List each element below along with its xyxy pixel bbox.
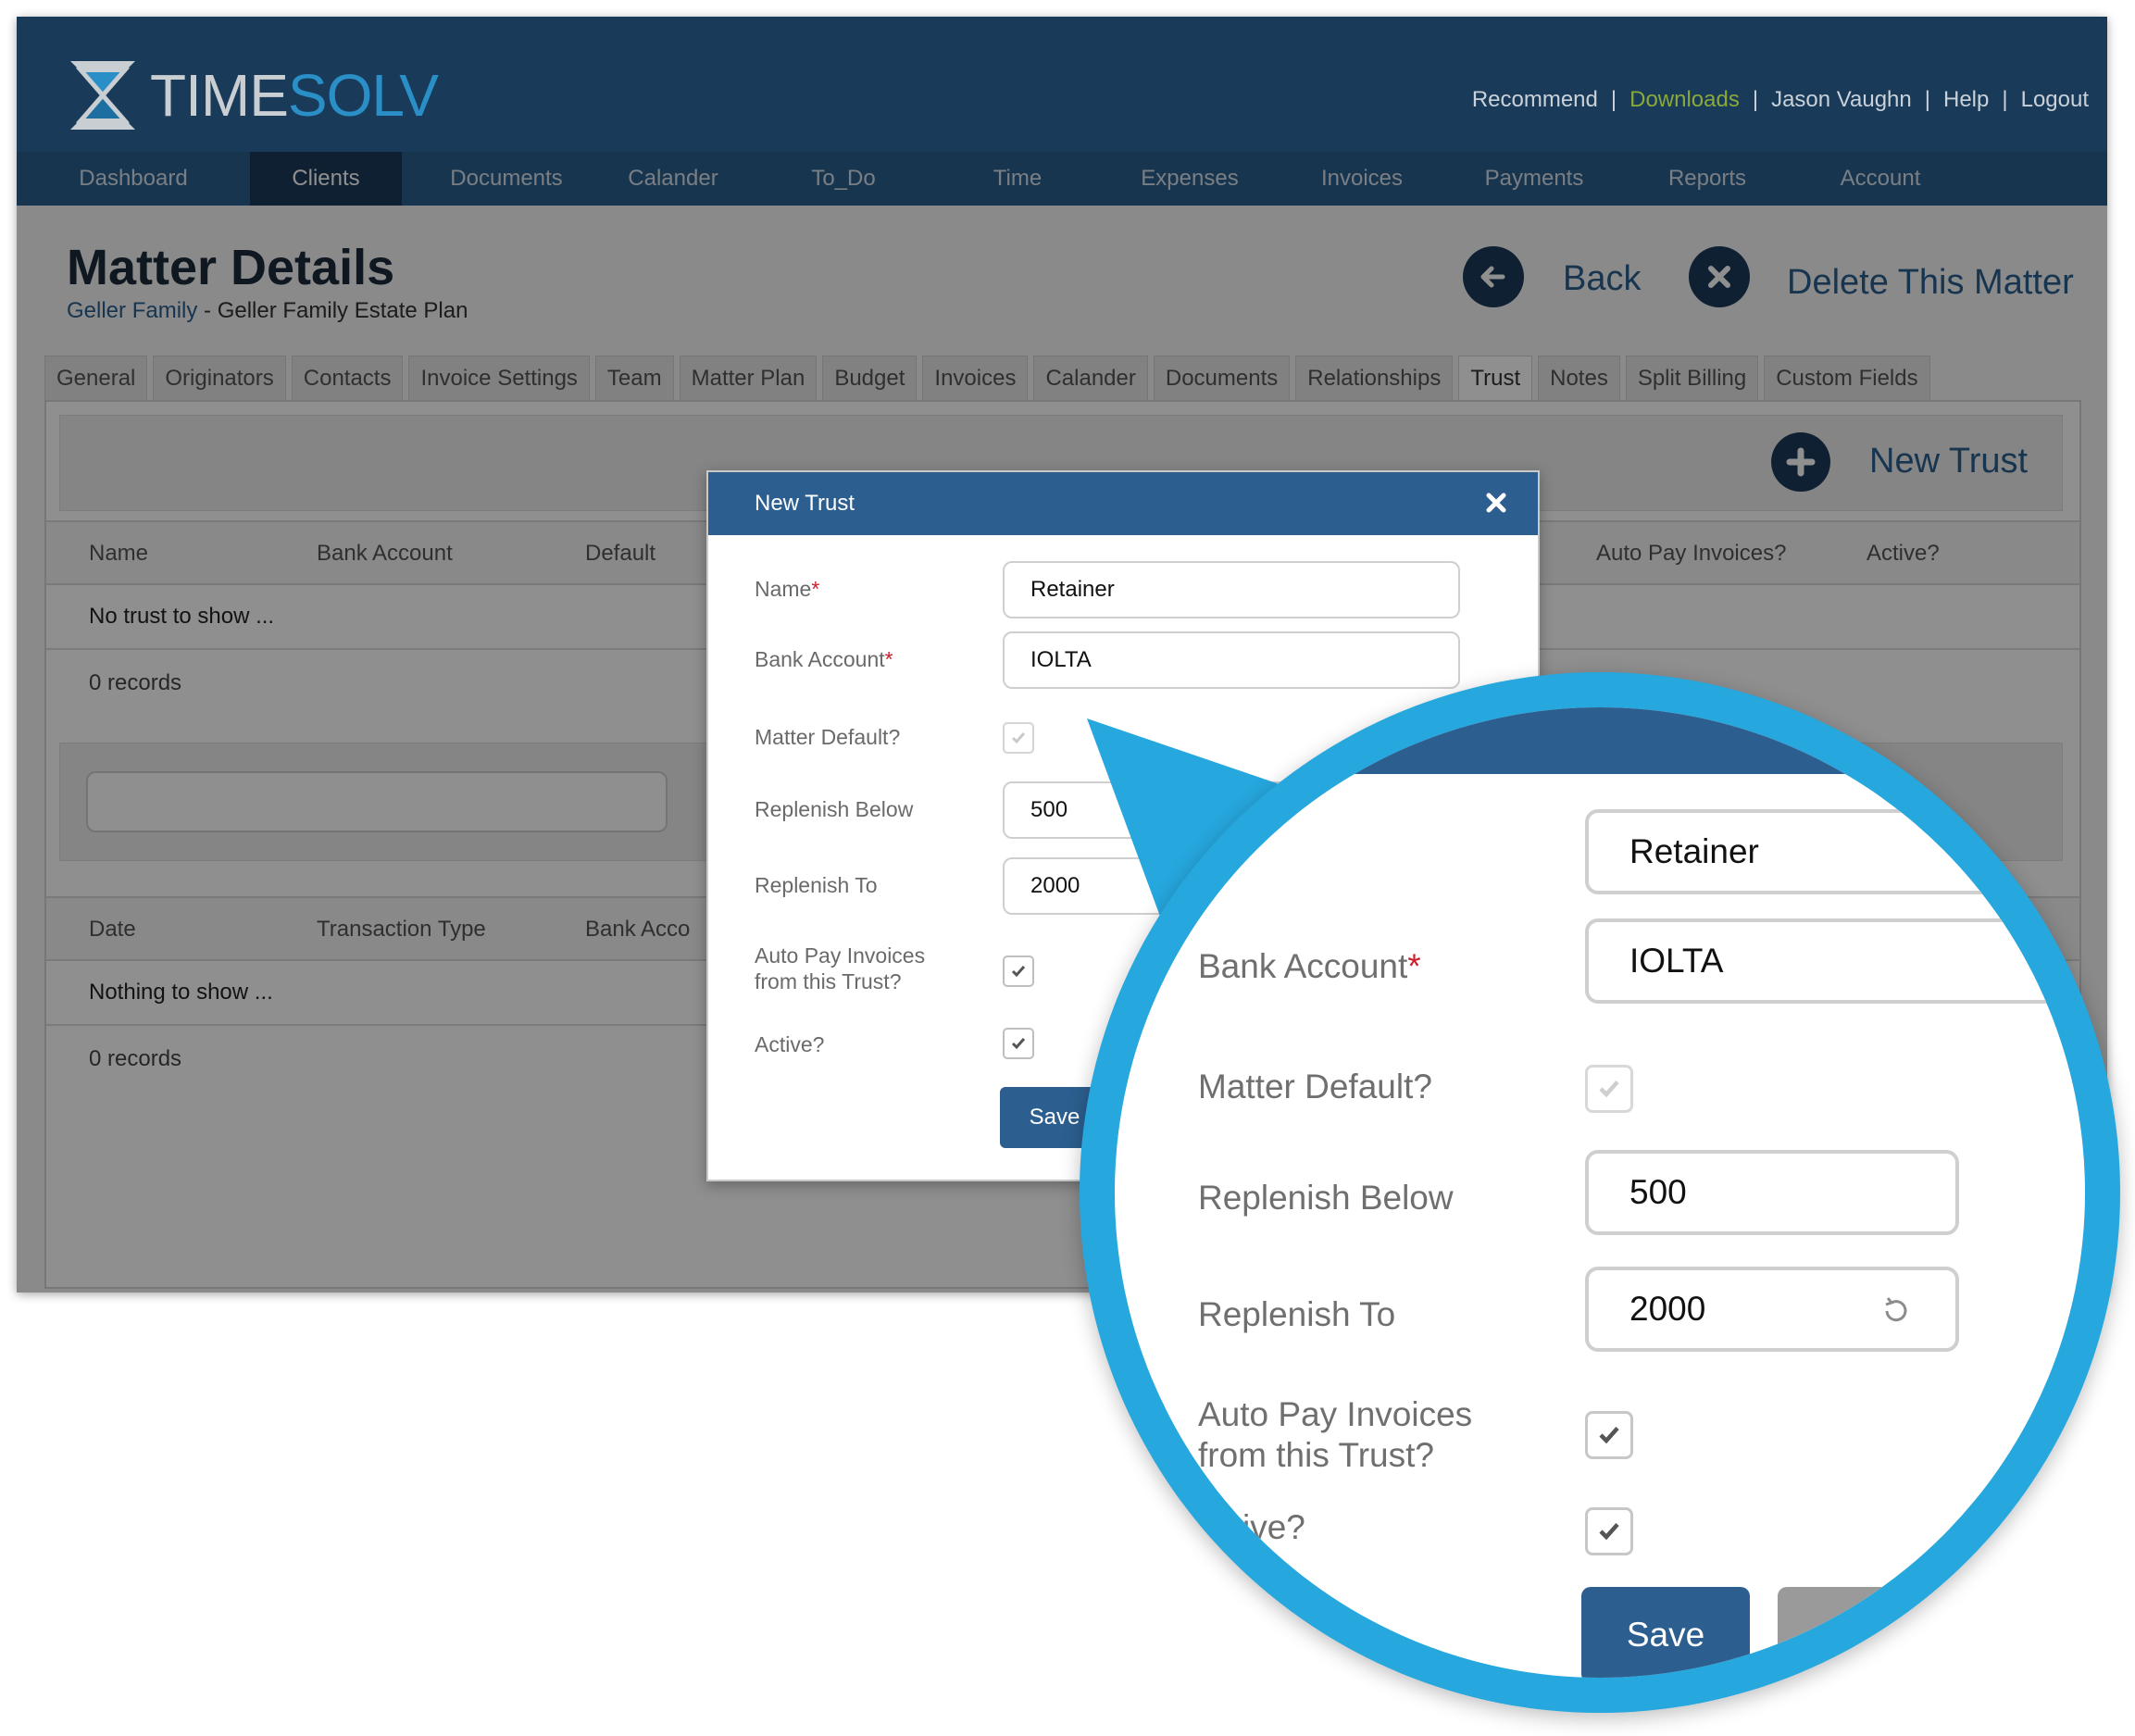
magnified-matter-default-checkbox[interactable] xyxy=(1585,1065,1633,1113)
magnified-auto-pay-line2: from this Trust? xyxy=(1198,1436,1434,1474)
hourglass-logo-icon xyxy=(70,61,135,130)
top-links: Recommend | Downloads | Jason Vaughn | H… xyxy=(1472,81,2089,119)
bank-account-field[interactable]: IOLTA xyxy=(1003,631,1460,689)
magnified-name-field[interactable]: Retainer xyxy=(1585,809,2085,894)
magnified-name-label: e* xyxy=(1198,837,1230,878)
name-label: Name* xyxy=(755,576,819,602)
magnified-bank-account-label-text: Bank Account xyxy=(1198,947,1408,985)
active-label: Active? xyxy=(755,1032,825,1056)
matter-default-checkbox[interactable] xyxy=(1003,722,1034,754)
checkmark-icon xyxy=(1599,1080,1619,1098)
logo-part-time: TIME xyxy=(150,62,289,129)
magnified-cancel-button[interactable]: Ca xyxy=(1778,1587,1946,1678)
checkmark-icon xyxy=(1599,1523,1619,1541)
dialog-title: New Trust xyxy=(755,491,855,516)
name-label-text: Name xyxy=(755,577,812,601)
magnified-replenish-to-label: Replenish To xyxy=(1198,1295,1396,1333)
magnified-dialog-header xyxy=(1115,707,2085,774)
required-mark: * xyxy=(1217,838,1230,876)
checkmark-icon xyxy=(1011,1038,1026,1050)
magnifier-lens: e* Retainer Bank Account* IOLTA Matter D… xyxy=(1115,707,2085,1678)
magnified-name-label-text: e xyxy=(1198,838,1217,876)
magnified-bank-account-field[interactable]: IOLTA xyxy=(1585,918,2085,1004)
auto-pay-checkbox[interactable] xyxy=(1003,955,1034,987)
logo-part-solv: SOLV xyxy=(287,62,439,129)
magnifier-callout: e* Retainer Bank Account* IOLTA Matter D… xyxy=(1080,672,2120,1713)
required-mark: * xyxy=(884,647,893,671)
auto-pay-label-line2: from this Trust? xyxy=(755,969,902,993)
downloads-link[interactable]: Downloads xyxy=(1629,87,1740,113)
bank-account-label: Bank Account* xyxy=(755,646,893,672)
logout-link[interactable]: Logout xyxy=(2021,87,2089,113)
magnified-replenish-below-field[interactable]: 500 xyxy=(1585,1150,1959,1235)
magnified-matter-default-label: Matter Default? xyxy=(1198,1068,1432,1105)
magnified-auto-pay-checkbox[interactable] xyxy=(1585,1411,1633,1459)
logo-wordmark: TIMESOLV xyxy=(150,61,439,130)
top-bar: TIMESOLV Recommend | Downloads | Jason V… xyxy=(17,17,2107,152)
separator: | xyxy=(2002,87,2008,112)
close-button[interactable] xyxy=(1482,489,1510,517)
active-checkbox[interactable] xyxy=(1003,1028,1034,1059)
magnified-replenish-to-field[interactable]: 2000 xyxy=(1585,1267,1959,1352)
matter-default-label: Matter Default? xyxy=(755,725,901,749)
required-mark: * xyxy=(811,577,820,601)
separator: | xyxy=(1924,87,1930,112)
reset-icon[interactable] xyxy=(1879,1294,1913,1328)
name-field[interactable]: Retainer xyxy=(1003,561,1460,618)
close-icon xyxy=(1486,493,1506,513)
bank-account-label-text: Bank Account xyxy=(755,647,885,671)
checkmark-icon xyxy=(1011,966,1026,978)
magnified-active-label: ive? xyxy=(1198,1507,1305,1548)
timesolv-logo[interactable]: TIMESOLV xyxy=(65,56,439,135)
magnified-active-label-text: ive? xyxy=(1242,1508,1305,1546)
magnified-active-checkbox[interactable] xyxy=(1585,1507,1633,1555)
magnified-auto-pay-label: Auto Pay Invoices from this Trust? xyxy=(1198,1394,1472,1476)
checkmark-icon xyxy=(1011,732,1026,744)
magnified-save-button[interactable]: Save xyxy=(1581,1587,1750,1678)
magnified-auto-pay-line1: Auto Pay Invoices xyxy=(1198,1395,1473,1433)
help-link[interactable]: Help xyxy=(1943,87,1989,113)
auto-pay-label: Auto Pay Invoices from this Trust? xyxy=(755,943,925,994)
magnified-replenish-to-value: 2000 xyxy=(1629,1290,1706,1328)
required-mark: * xyxy=(1407,947,1421,985)
stage: TIMESOLV Recommend | Downloads | Jason V… xyxy=(0,0,2135,1736)
separator: | xyxy=(1752,87,1759,112)
separator: | xyxy=(1610,87,1617,112)
user-link[interactable]: Jason Vaughn xyxy=(1771,87,1912,113)
checkmark-icon xyxy=(1599,1427,1619,1444)
replenish-below-label: Replenish Below xyxy=(755,797,914,821)
auto-pay-label-line1: Auto Pay Invoices xyxy=(755,943,926,968)
dialog-header: New Trust xyxy=(708,472,1538,535)
magnified-bank-account-label: Bank Account* xyxy=(1198,946,1421,987)
replenish-to-label: Replenish To xyxy=(755,873,878,897)
magnified-replenish-below-label: Replenish Below xyxy=(1198,1179,1454,1217)
recommend-link[interactable]: Recommend xyxy=(1472,87,1598,113)
